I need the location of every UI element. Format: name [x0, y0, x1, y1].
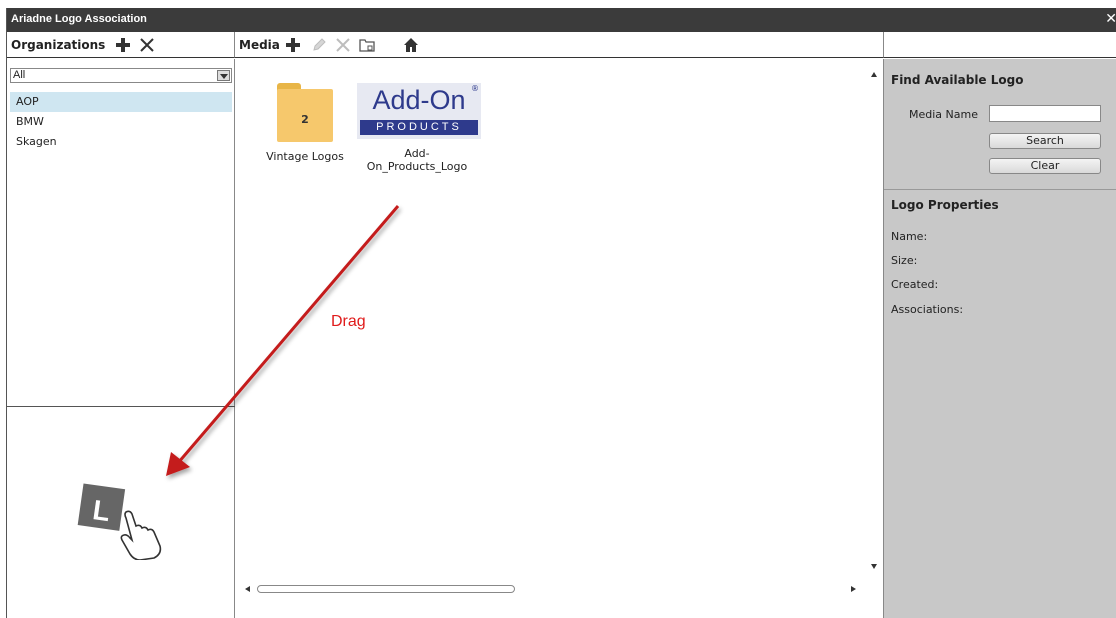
logo-drag-target-icon: L	[77, 483, 162, 560]
hand-pointer-icon	[120, 510, 162, 560]
drag-annotation-label: Drag	[331, 313, 366, 330]
drag-arrow	[166, 205, 400, 476]
